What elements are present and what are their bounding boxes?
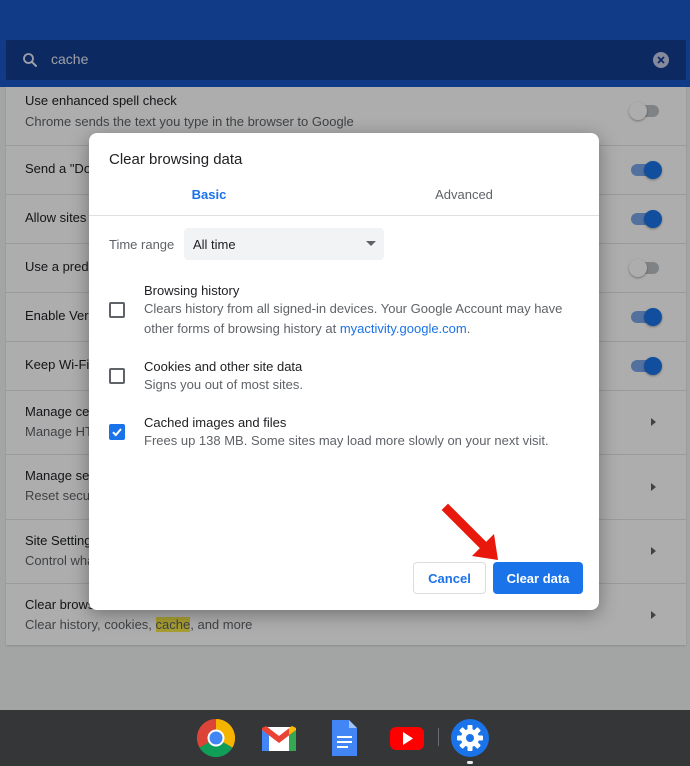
time-range-value: All time (193, 237, 236, 252)
checkmark-icon (112, 428, 122, 437)
myactivity-link[interactable]: myactivity.google.com (340, 321, 467, 336)
tab-basic[interactable]: Basic (89, 187, 329, 202)
active-app-indicator (467, 761, 473, 764)
clear-data-button[interactable]: Clear data (493, 562, 583, 594)
dropdown-arrow-icon (366, 241, 376, 246)
option-title: Browsing history (144, 283, 240, 298)
option-description: Frees up 138 MB. Some sites may load mor… (144, 433, 549, 448)
clear-browsing-data-dialog: Clear browsing data Basic Advanced Time … (89, 133, 599, 610)
browsing-history-checkbox[interactable] (109, 302, 125, 318)
dialog-title: Clear browsing data (109, 151, 243, 168)
cancel-button[interactable]: Cancel (413, 562, 486, 594)
option-title: Cached images and files (144, 415, 287, 430)
option-description: Clears history from all signed-in device… (144, 301, 563, 336)
tab-divider (89, 215, 599, 216)
red-arrow-icon (441, 503, 498, 560)
time-range-select[interactable]: All time (184, 228, 384, 260)
youtube-icon[interactable] (387, 718, 427, 758)
chrome-icon[interactable] (196, 718, 236, 758)
cookies-checkbox[interactable] (109, 368, 125, 384)
settings-icon[interactable] (450, 718, 490, 758)
option-title: Cookies and other site data (144, 359, 303, 374)
shelf-divider (438, 728, 439, 746)
cached-images-checkbox[interactable] (109, 424, 125, 440)
tab-advanced[interactable]: Advanced (344, 187, 584, 202)
docs-icon[interactable] (324, 718, 364, 758)
time-range-label: Time range (109, 237, 175, 252)
gmail-icon[interactable] (259, 718, 299, 758)
option-description: Signs you out of most sites. (144, 377, 303, 392)
